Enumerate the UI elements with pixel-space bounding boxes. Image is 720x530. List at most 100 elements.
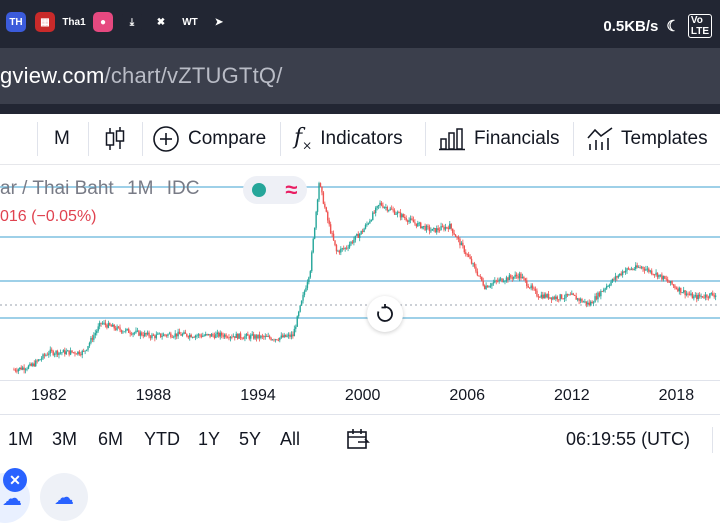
telegram-icon: ➤ [209,12,229,32]
candle-body [270,338,272,340]
candle-body [370,219,373,221]
x-tick-label: 1994 [240,387,276,404]
status-right: 0.5KB/s ☾ Vo LTE [603,14,712,38]
candle-body [598,292,601,297]
candle-body [504,280,506,282]
candle-body [404,217,406,219]
market-status-pill[interactable]: ≈ [243,176,307,204]
candle-body [411,218,413,220]
candle-body [559,294,561,300]
candle-body [595,296,598,300]
candle-body [103,322,105,324]
url-text[interactable]: gview.com/chart/vZTUGTtQ/ [0,63,283,89]
candle-body [283,334,285,338]
candle-body [664,276,666,279]
candle-body [572,293,574,295]
candle-body [24,369,27,371]
templates-button[interactable]: Templates [586,114,708,164]
candle-body [308,277,310,283]
date-range-button[interactable] [346,428,370,457]
url-host: gview.com [0,63,105,88]
time-axis[interactable]: 1982 1988 1994 2000 2006 2012 2018 [0,380,720,415]
candle-body [232,336,235,338]
app-icon-th: TH [6,12,26,32]
browser-url-bar[interactable]: gview.com/chart/vZTUGTtQ/ [0,48,720,104]
candle-body [359,233,361,238]
candle-body [399,212,402,218]
candle-body [550,297,553,300]
indicators-button[interactable]: f× Indicators [294,114,403,164]
candle-body [643,268,646,271]
candle-body [357,234,359,238]
candle-body [457,237,460,239]
price-change: 016 (−0.05%) [0,208,97,225]
candle-body [196,335,198,337]
candle-body [398,212,400,214]
x-tick-label: 2018 [658,387,695,404]
financials-button[interactable]: Financials [439,114,560,164]
candle-body [678,287,681,292]
candle-body [486,285,489,288]
candle-body [130,333,133,335]
range-button-3m[interactable]: 3M [52,429,77,450]
candle-body [106,325,108,328]
candle-body [348,244,351,248]
range-button-all[interactable]: All [280,429,300,450]
candle-body [697,294,699,300]
candle-body [123,331,126,333]
app-icon-thai: Tha1 [62,12,86,32]
candle-body [569,294,572,296]
network-speed: 0.5KB/s [603,17,659,35]
candle-body [282,335,284,338]
candle-body [700,296,702,297]
candles-style-button[interactable] [103,114,127,164]
interval-button[interactable]: M [54,114,70,164]
reset-chart-button[interactable] [367,296,403,332]
candle-body [651,270,653,275]
candle-body [440,226,442,231]
candle-body [81,350,83,355]
candle-body [376,206,378,208]
data-delay-icon: ≈ [285,177,298,202]
candle-body [311,252,313,272]
utc-clock[interactable]: 06:19:55 (UTC) [566,429,690,450]
candle-body [709,293,711,298]
candle-body [328,220,330,225]
interval-label: M [54,128,70,149]
candle-body [610,281,612,286]
cloud-upload-fab[interactable]: ☁ [40,473,88,521]
candle-body [492,282,495,284]
moon-icon: ☾ [666,18,680,35]
candle-body [167,334,169,336]
candle-body [236,333,239,339]
candle-body [327,211,329,221]
range-button-1y[interactable]: 1Y [198,429,220,450]
range-button-6m[interactable]: 6M [98,429,123,450]
candle-body [489,285,492,287]
candle-body [482,280,484,286]
compare-button[interactable]: Compare [152,114,266,164]
candle-body [142,335,144,337]
candle-body [80,354,82,356]
candle-body [661,274,663,280]
candle-body [64,350,66,355]
candle-body [148,332,150,337]
app-icon-grid: ▦ [35,12,55,32]
range-button-ytd[interactable]: YTD [144,429,180,450]
range-button-5y[interactable]: 5Y [239,429,261,450]
candle-body [422,225,425,227]
candle-body [658,274,660,278]
candle-body [129,332,131,334]
candle-body [530,285,532,289]
candle-body [175,333,178,337]
close-fab-button[interactable]: ✕ [3,468,27,492]
range-button-1m[interactable]: 1M [8,429,33,450]
candle-body [626,268,628,271]
candle-body [674,285,676,288]
candle-body [241,337,243,339]
candle-body [61,352,63,354]
candle-body [649,270,651,272]
candle-body [396,212,399,215]
candle-body [549,297,551,299]
candle-body [276,339,278,341]
